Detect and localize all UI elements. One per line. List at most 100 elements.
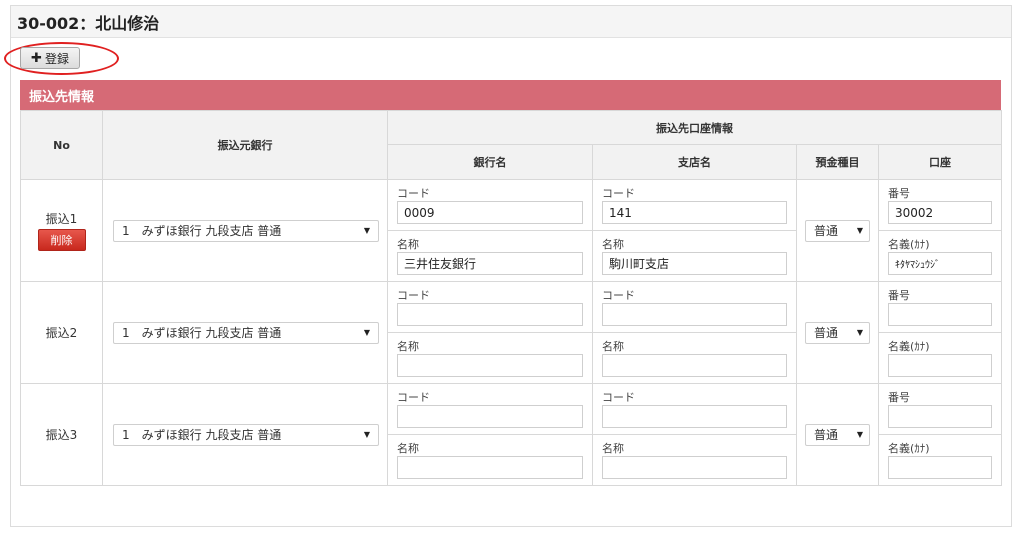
branch-name-cell: 名称 xyxy=(592,332,797,384)
row-label: 振込2 xyxy=(45,326,78,340)
bank-name-input[interactable] xyxy=(397,354,583,377)
source-bank-select[interactable]: 1 みずほ銀行 九段支店 普通 ▼ xyxy=(113,423,379,446)
header-no: No xyxy=(20,110,103,180)
table-row: 振込1 削除 1 みずほ銀行 九段支店 普通 ▼ コード 0009 コード 14… xyxy=(20,179,1002,282)
account-holder-input[interactable]: ｷﾀﾔﾏｼｭｳｼﾞ xyxy=(888,252,992,275)
bank-code-label: コード xyxy=(397,187,430,200)
branch-name-label: 名称 xyxy=(602,238,624,251)
account-number-label: 番号 xyxy=(888,187,910,200)
transfer-destination-section: 振込先情報 No 振込元銀行 振込先口座情報 銀行名 支店名 預金種目 口座 振… xyxy=(20,80,1002,486)
caret-down-icon: ▼ xyxy=(856,430,863,439)
deposit-type-value: 普通 xyxy=(814,224,839,238)
row-label: 振込1 xyxy=(45,212,78,226)
header-branch-name: 支店名 xyxy=(592,144,797,180)
transfer-table: No 振込元銀行 振込先口座情報 銀行名 支店名 預金種目 口座 振込1 削除 … xyxy=(20,110,1002,486)
account-holder-input[interactable] xyxy=(888,456,992,479)
account-number-cell: 番号 xyxy=(878,383,1002,435)
bank-name-input[interactable] xyxy=(397,456,583,479)
header-dest-account-info: 振込先口座情報 xyxy=(387,110,1002,145)
branch-name-label: 名称 xyxy=(602,340,624,353)
branch-code-input[interactable]: 141 xyxy=(602,201,787,224)
header-bank-name: 銀行名 xyxy=(387,144,593,180)
caret-down-icon: ▼ xyxy=(856,328,863,337)
row-label: 振込3 xyxy=(45,428,78,442)
section-title: 振込先情報 xyxy=(29,89,95,105)
section-header: 振込先情報 xyxy=(20,80,1001,110)
branch-code-label: コード xyxy=(602,289,635,302)
account-holder-cell: 名義(ｶﾅ) xyxy=(878,332,1002,384)
source-bank-cell: 1 みずほ銀行 九段支店 普通 ▼ xyxy=(102,281,388,384)
row-no-cell: 振込3 xyxy=(20,383,103,486)
bank-code-cell: コード 0009 xyxy=(387,179,593,231)
branch-name-input[interactable]: 駒川町支店 xyxy=(602,252,787,275)
account-holder-label: 名義(ｶﾅ) xyxy=(888,238,930,251)
bank-name-input[interactable]: 三井住友銀行 xyxy=(397,252,583,275)
page-title: 30-002：北山修治 xyxy=(17,13,160,33)
table-row: 振込2 1 みずほ銀行 九段支店 普通 ▼ コード コード 普通 ▼ 番号 xyxy=(20,281,1002,384)
account-number-label: 番号 xyxy=(888,391,910,404)
branch-code-input[interactable] xyxy=(602,303,787,326)
row-no-cell: 振込1 削除 xyxy=(20,179,103,282)
table-row: 振込3 1 みずほ銀行 九段支店 普通 ▼ コード コード 普通 ▼ 番号 xyxy=(20,383,1002,486)
bank-name-cell: 名称 xyxy=(387,332,593,384)
deposit-type-cell: 普通 ▼ xyxy=(796,281,879,384)
deposit-type-select[interactable]: 普通 ▼ xyxy=(805,219,870,242)
deposit-type-select[interactable]: 普通 ▼ xyxy=(805,423,870,446)
bank-name-cell: 名称 三井住友銀行 xyxy=(387,230,593,282)
register-highlight: ✚ 登録 xyxy=(4,42,119,75)
row-no-cell: 振込2 xyxy=(20,281,103,384)
deposit-type-value: 普通 xyxy=(814,428,839,442)
plus-icon: ✚ xyxy=(31,50,42,66)
branch-code-cell: コード xyxy=(592,281,797,333)
delete-button[interactable]: 削除 xyxy=(37,229,86,251)
source-bank-select[interactable]: 1 みずほ銀行 九段支店 普通 ▼ xyxy=(113,321,379,344)
bank-code-input[interactable]: 0009 xyxy=(397,201,583,224)
branch-name-input[interactable] xyxy=(602,456,787,479)
account-number-cell: 番号 xyxy=(878,281,1002,333)
panel-header: 30-002：北山修治 xyxy=(11,6,1011,38)
caret-down-icon: ▼ xyxy=(363,226,370,235)
register-label: 登録 xyxy=(44,51,69,66)
branch-code-cell: コード xyxy=(592,383,797,435)
source-bank-select[interactable]: 1 みずほ銀行 九段支店 普通 ▼ xyxy=(113,219,379,242)
branch-code-cell: コード 141 xyxy=(592,179,797,231)
account-number-input[interactable] xyxy=(888,303,992,326)
deposit-type-value: 普通 xyxy=(814,326,839,340)
bank-code-input[interactable] xyxy=(397,405,583,428)
account-holder-cell: 名義(ｶﾅ) ｷﾀﾔﾏｼｭｳｼﾞ xyxy=(878,230,1002,282)
branch-name-label: 名称 xyxy=(602,442,624,455)
bank-code-label: コード xyxy=(397,391,430,404)
branch-code-label: コード xyxy=(602,391,635,404)
account-number-cell: 番号 30002 xyxy=(878,179,1002,231)
header-source-bank: 振込元銀行 xyxy=(102,110,388,180)
account-holder-input[interactable] xyxy=(888,354,992,377)
bank-code-input[interactable] xyxy=(397,303,583,326)
source-bank-value: 1 みずほ銀行 九段支店 普通 xyxy=(122,326,282,340)
deposit-type-cell: 普通 ▼ xyxy=(796,179,879,282)
account-holder-label: 名義(ｶﾅ) xyxy=(888,340,930,353)
bank-code-cell: コード xyxy=(387,281,593,333)
source-bank-cell: 1 みずほ銀行 九段支店 普通 ▼ xyxy=(102,179,388,282)
bank-name-label: 名称 xyxy=(397,238,419,251)
caret-down-icon: ▼ xyxy=(856,226,863,235)
bank-name-cell: 名称 xyxy=(387,434,593,486)
branch-name-input[interactable] xyxy=(602,354,787,377)
source-bank-value: 1 みずほ銀行 九段支店 普通 xyxy=(122,428,282,442)
account-number-input[interactable] xyxy=(888,405,992,428)
branch-code-input[interactable] xyxy=(602,405,787,428)
register-button[interactable]: ✚ 登録 xyxy=(20,47,80,69)
branch-code-label: コード xyxy=(602,187,635,200)
header-deposit-type: 預金種目 xyxy=(796,144,879,180)
source-bank-value: 1 みずほ銀行 九段支店 普通 xyxy=(122,224,282,238)
caret-down-icon: ▼ xyxy=(363,328,370,337)
bank-name-label: 名称 xyxy=(397,340,419,353)
account-holder-cell: 名義(ｶﾅ) xyxy=(878,434,1002,486)
bank-name-label: 名称 xyxy=(397,442,419,455)
branch-name-cell: 名称 xyxy=(592,434,797,486)
bank-code-label: コード xyxy=(397,289,430,302)
account-holder-label: 名義(ｶﾅ) xyxy=(888,442,930,455)
deposit-type-select[interactable]: 普通 ▼ xyxy=(805,321,870,344)
header-account: 口座 xyxy=(878,144,1002,180)
branch-name-cell: 名称 駒川町支店 xyxy=(592,230,797,282)
account-number-input[interactable]: 30002 xyxy=(888,201,992,224)
